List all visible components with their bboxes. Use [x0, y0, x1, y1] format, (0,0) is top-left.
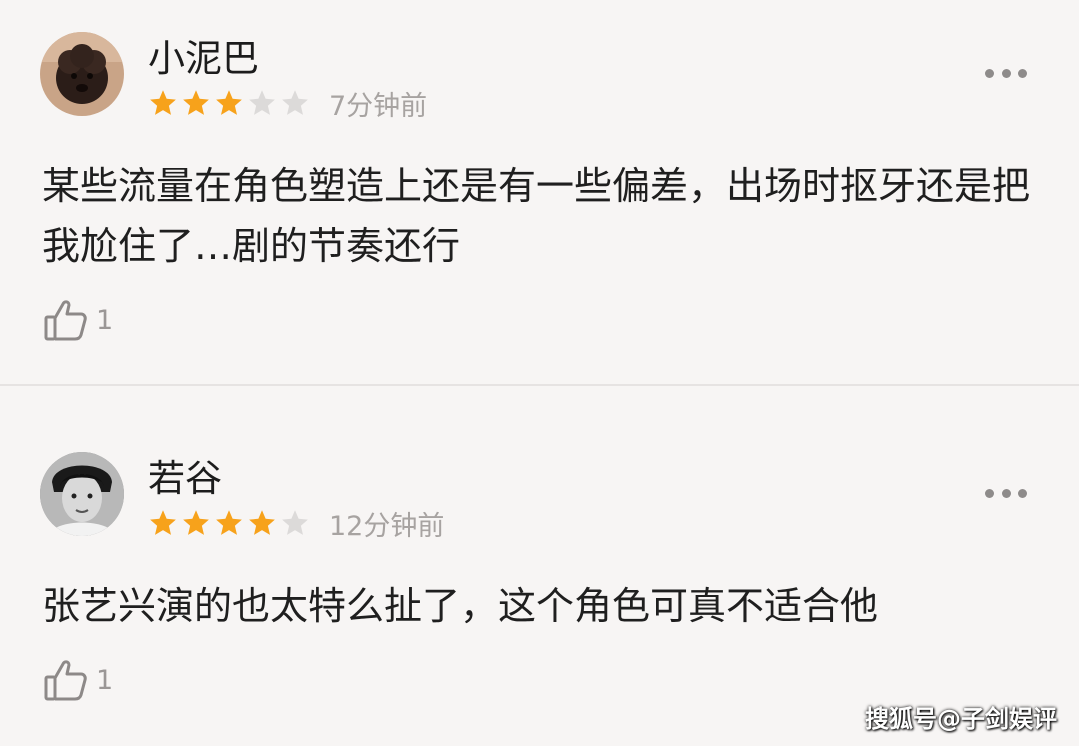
timestamp: 7分钟前 — [329, 90, 428, 122]
comment-item: 小泥巴 7分钟前 某些流量在角色塑造上还是有一些偏差，出场时抠牙还是把我尬住了…… — [0, 0, 1079, 385]
comment-text: 某些流量在角色塑造上还是有一些偏差，出场时抠牙还是把我尬住了…剧的节奏还行 — [42, 164, 1031, 268]
avatar[interactable] — [40, 452, 124, 536]
star-rating — [148, 88, 313, 118]
star-filled-icon — [150, 510, 176, 535]
more-options-icon[interactable] — [985, 66, 1027, 80]
watermark: 搜狐号@子剑娱评 — [865, 705, 1057, 733]
star-empty-icon — [282, 510, 308, 535]
like-count: 1 — [96, 664, 114, 696]
star-filled-icon — [216, 90, 242, 115]
username[interactable]: 若谷 — [148, 448, 222, 502]
comment-text: 张艺兴演的也太特么扯了，这个角色可真不适合他 — [42, 584, 879, 628]
star-filled-icon — [249, 510, 275, 535]
star-filled-icon — [183, 90, 209, 115]
like-button[interactable]: 1 — [42, 652, 113, 708]
star-empty-icon — [249, 90, 275, 115]
rating-row: 7分钟前 — [148, 86, 428, 122]
timestamp: 12分钟前 — [329, 510, 445, 542]
like-count: 1 — [96, 304, 114, 336]
username[interactable]: 小泥巴 — [148, 28, 259, 82]
star-empty-icon — [282, 90, 308, 115]
star-rating — [148, 508, 313, 538]
star-filled-icon — [216, 510, 242, 535]
like-button[interactable]: 1 — [42, 292, 113, 348]
rating-row: 12分钟前 — [148, 506, 445, 542]
star-filled-icon — [150, 90, 176, 115]
avatar[interactable] — [40, 32, 124, 116]
more-options-icon[interactable] — [985, 486, 1027, 500]
thumbs-up-icon — [44, 300, 87, 341]
comment-item: 若谷 12分钟前 张艺兴演的也太特么扯了，这个角色可真不适合他 1 — [0, 386, 1079, 746]
thumbs-up-icon — [44, 660, 87, 701]
star-filled-icon — [183, 510, 209, 535]
